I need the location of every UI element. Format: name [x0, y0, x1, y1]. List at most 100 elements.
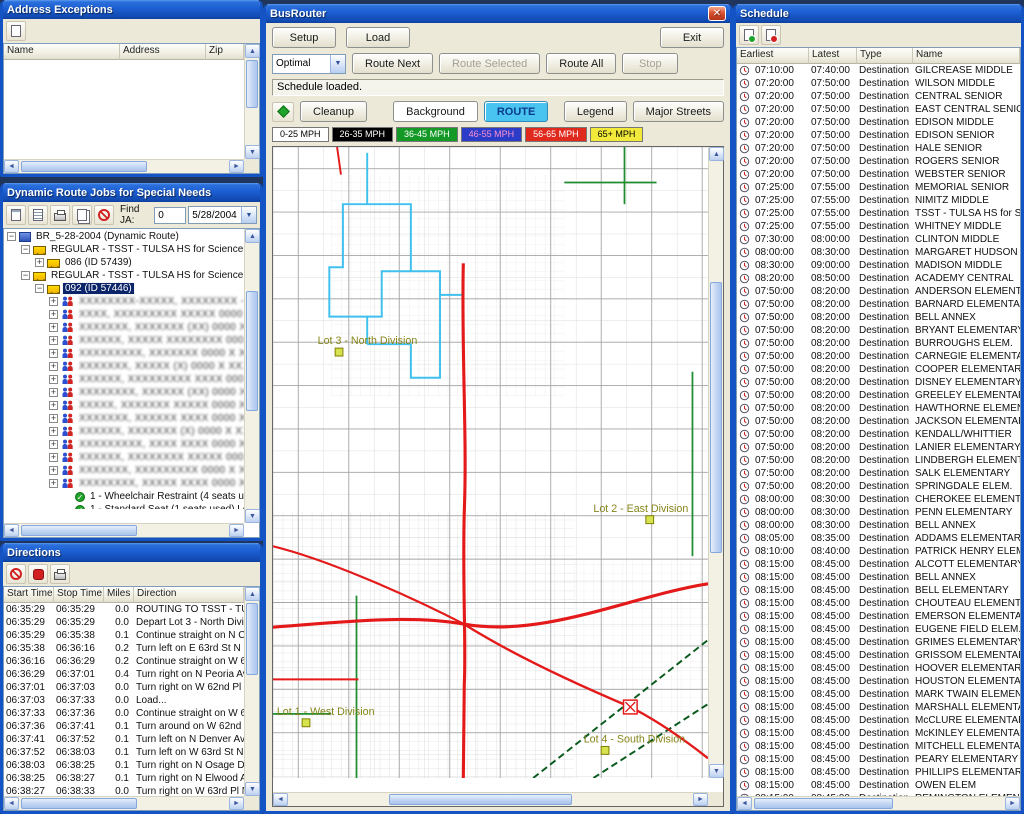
- schedule-row[interactable]: 08:15:00 08:45:00 Destination HOOVER ELEMEN…: [737, 662, 1020, 675]
- tree-item[interactable]: ✓1 - Standard Seat (1 seats used) Load T…: [4, 503, 244, 509]
- schedule-row[interactable]: 07:50:00 08:20:00 Destination JACKSON ELEME…: [737, 415, 1020, 428]
- schedule-titlebar[interactable]: Schedule: [736, 4, 1021, 23]
- cleanup-button[interactable]: Cleanup: [300, 101, 367, 122]
- schedule-row[interactable]: 08:00:00 08:30:00 Destination BELL ANNEX: [737, 519, 1020, 532]
- schedule-row[interactable]: 08:15:00 08:45:00 Destination CHOUTEAU ELEM…: [737, 597, 1020, 610]
- column-header-latest[interactable]: Latest: [809, 48, 857, 64]
- major-streets-button[interactable]: Major Streets: [632, 101, 724, 122]
- directions-row[interactable]: 06:37:41 06:37:52 0.1 Turn left on N Denver…: [4, 733, 244, 746]
- close-icon[interactable]: ✕: [708, 6, 726, 21]
- column-header-type[interactable]: Type: [857, 48, 913, 64]
- scrollbar-thumb[interactable]: [21, 798, 137, 809]
- tree-item[interactable]: + XXXXXXX, XXXXX (X) 0000 X XXXX XX XXXX: [4, 360, 244, 373]
- tree-item[interactable]: − 092 (ID 57446): [4, 282, 244, 295]
- column-header-name[interactable]: Name: [913, 48, 1020, 64]
- tree-item[interactable]: + XXXXXXXX, XXXXX XXXX 0000 X XXXXXX XXX: [4, 477, 244, 490]
- column-header-start-time[interactable]: Start Time: [4, 587, 54, 603]
- tree-item[interactable]: +086 (ID 57439): [4, 256, 244, 269]
- schedule-row[interactable]: 08:15:00 08:45:00 Destination McCLURE ELEME…: [737, 714, 1020, 727]
- scroll-left-button[interactable]: ◄: [4, 797, 19, 810]
- busrouter-titlebar[interactable]: BusRouter ✕: [266, 4, 730, 23]
- exit-button[interactable]: Exit: [660, 27, 724, 48]
- new-page-button[interactable]: [6, 205, 26, 225]
- column-header-earliest[interactable]: Earliest: [737, 48, 809, 64]
- scroll-up-button[interactable]: ▲: [709, 147, 724, 161]
- schedule-row[interactable]: 07:50:00 08:20:00 Destination BRYANT ELEMEN…: [737, 324, 1020, 337]
- schedule-row[interactable]: 08:15:00 08:45:00 Destination McKINLEY ELEM…: [737, 727, 1020, 740]
- tree-item[interactable]: − REGULAR - TSST - TULSA HS for Science &…: [4, 269, 244, 282]
- schedule-row[interactable]: 08:00:00 08:30:00 Destination PENN ELEMENTA…: [737, 506, 1020, 519]
- directions-row[interactable]: 06:37:03 06:37:33 0.0 Load...: [4, 694, 244, 707]
- tree-item[interactable]: + XXXXXXXX, XXXXXX (XX) 0000 X XXXXXXX: [4, 386, 244, 399]
- tree-expander-icon[interactable]: +: [49, 453, 58, 462]
- directions-row[interactable]: 06:35:38 06:36:16 0.2 Turn left on E 63rd S…: [4, 642, 244, 655]
- schedule-row[interactable]: 07:50:00 08:20:00 Destination DISNEY ELEMEN…: [737, 376, 1020, 389]
- schedule-row[interactable]: 08:10:00 08:40:00 Destination PATRICK HENRY…: [737, 545, 1020, 558]
- directions-row[interactable]: 06:38:03 06:38:25 0.1 Turn right on N Osage…: [4, 759, 244, 772]
- schedule-row[interactable]: 07:25:00 07:55:00 Destination NIMITZ MIDDLE: [737, 194, 1020, 207]
- dynamic-route-jobs-titlebar[interactable]: Dynamic Route Jobs for Special Needs: [3, 183, 260, 202]
- tree-expander-icon[interactable]: +: [49, 362, 58, 371]
- schedule-row[interactable]: 08:15:00 08:45:00 Destination BELL ANNEX: [737, 571, 1020, 584]
- schedule-row[interactable]: 07:20:00 07:50:00 Destination EDISON SENIOR: [737, 129, 1020, 142]
- tree-item[interactable]: + XXXX, XXXXXXXXX XXXXX 0000 X XXXXXXX XX…: [4, 308, 244, 321]
- route-jobs-tree[interactable]: − BR_5-28-2004 (Dynamic Route) − REGULAR - …: [3, 228, 260, 538]
- schedule-row[interactable]: 07:50:00 08:20:00 Destination BURROUGHS ELE…: [737, 337, 1020, 350]
- tree-expander-icon[interactable]: +: [49, 336, 58, 345]
- directions-vertical-scrollbar[interactable]: ▲ ▼: [244, 587, 260, 796]
- find-ja-input[interactable]: [154, 206, 187, 224]
- schedule-row[interactable]: 08:05:00 08:35:00 Destination ADDAMS ELEMEN…: [737, 532, 1020, 545]
- schedule-row[interactable]: 07:20:00 07:50:00 Destination EDISON MIDDLE: [737, 116, 1020, 129]
- column-header-address[interactable]: Address: [120, 44, 206, 60]
- schedule-row[interactable]: 08:15:00 08:45:00 Destination PEARY ELEMENT…: [737, 753, 1020, 766]
- tree-item[interactable]: − REGULAR - TSST - TULSA HS for Science &…: [4, 243, 244, 256]
- directions-row[interactable]: 06:35:29 06:35:29 0.0 Depart Lot 3 - North …: [4, 616, 244, 629]
- scrollbar-thumb[interactable]: [21, 161, 147, 172]
- schedule-row[interactable]: 08:20:00 08:50:00 Destination ACADEMY CENTR…: [737, 272, 1020, 285]
- tree-expander-icon[interactable]: +: [49, 479, 58, 488]
- schedule-row[interactable]: 08:00:00 08:30:00 Destination CHEROKEE ELEM…: [737, 493, 1020, 506]
- tree-item[interactable]: + XXXXXX, XXXXX XXXXXXXX 0000 X XXXXXX: [4, 334, 244, 347]
- schedule-list-body[interactable]: 07:10:00 07:40:00 Destination GILCREASE MID…: [737, 64, 1020, 796]
- schedule-row[interactable]: 07:10:00 07:40:00 Destination GILCREASE MID…: [737, 64, 1020, 77]
- tree-item[interactable]: ✓ 1 - Wheelchair Restraint (4 seats used)…: [4, 490, 244, 503]
- tree-item[interactable]: + XXXXXXX, XXXXXXXXX 0000 X XXXXXXX XXXX: [4, 464, 244, 477]
- optimize-marker-button[interactable]: [272, 101, 294, 122]
- tree-expander-icon[interactable]: +: [49, 414, 58, 423]
- tree-item[interactable]: + XXXXXX, XXXXXXX (X) 0000 X XXXXXXX XXX: [4, 425, 244, 438]
- schedule-row[interactable]: 07:50:00 08:20:00 Destination BELL ANNEX: [737, 311, 1020, 324]
- column-header-stop-time[interactable]: Stop Time: [54, 587, 104, 603]
- schedule-row[interactable]: 08:00:00 08:30:00 Destination MARGARET HUDS…: [737, 246, 1020, 259]
- scrollbar-thumb[interactable]: [246, 603, 258, 676]
- scroll-down-button[interactable]: ▼: [245, 509, 260, 523]
- scrollbar-thumb[interactable]: [246, 60, 258, 108]
- tree-vertical-scrollbar[interactable]: ▲ ▼: [244, 229, 260, 523]
- schedule-row[interactable]: 07:20:00 07:50:00 Destination CENTRAL SENIO…: [737, 90, 1020, 103]
- schedule-row[interactable]: 07:50:00 08:20:00 Destination LANIER ELEMEN…: [737, 441, 1020, 454]
- schedule-row[interactable]: 07:50:00 08:20:00 Destination ANDERSON ELEM…: [737, 285, 1020, 298]
- column-header-direction[interactable]: Direction: [134, 587, 244, 603]
- directions-row[interactable]: 06:37:52 06:38:03 0.1 Turn left on W 63rd S…: [4, 746, 244, 759]
- schedule-row[interactable]: 07:50:00 08:20:00 Destination COOPER ELEMEN…: [737, 363, 1020, 376]
- stop-button[interactable]: [28, 564, 48, 584]
- scroll-up-button[interactable]: ▲: [245, 229, 260, 243]
- directions-row[interactable]: 06:37:36 06:37:41 0.1 Turn around on W 62nd…: [4, 720, 244, 733]
- directions-row[interactable]: 06:35:29 06:35:29 0.0 ROUTING TO TSST - TUL…: [4, 603, 244, 616]
- page-button[interactable]: [6, 21, 26, 41]
- scroll-up-button[interactable]: ▲: [245, 587, 260, 601]
- scrollbar-thumb[interactable]: [389, 794, 572, 805]
- schedule-row[interactable]: 07:20:00 07:50:00 Destination WEBSTER SENIO…: [737, 168, 1020, 181]
- block-button[interactable]: [94, 205, 114, 225]
- page-red-button[interactable]: [761, 25, 781, 45]
- schedule-row[interactable]: 08:15:00 08:45:00 Destination OWEN ELEM: [737, 779, 1020, 792]
- tree-expander-icon[interactable]: +: [49, 440, 58, 449]
- tree-expander-icon[interactable]: +: [49, 310, 58, 319]
- schedule-row[interactable]: 08:15:00 08:45:00 Destination GRIMES ELEMEN…: [737, 636, 1020, 649]
- schedule-horizontal-scrollbar[interactable]: ◄ ►: [737, 796, 1020, 810]
- schedule-row[interactable]: 07:50:00 08:20:00 Destination KENDALL/WHITT…: [737, 428, 1020, 441]
- schedule-row[interactable]: 07:30:00 08:00:00 Destination CLINTON MIDDL…: [737, 233, 1020, 246]
- tree-expander-icon[interactable]: +: [49, 375, 58, 384]
- route-selected-button[interactable]: Route Selected: [439, 53, 541, 74]
- print-button[interactable]: [50, 564, 70, 584]
- tree-item[interactable]: − BR_5-28-2004 (Dynamic Route): [4, 230, 244, 243]
